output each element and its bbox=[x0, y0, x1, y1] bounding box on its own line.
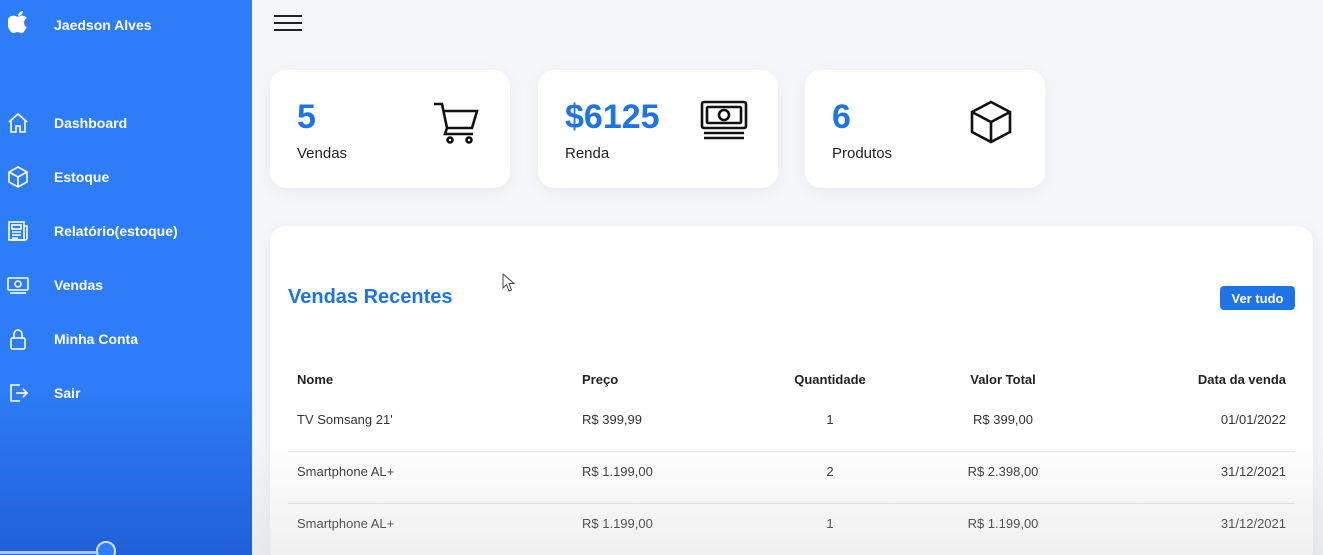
column-header: Data da venda bbox=[1197, 372, 1286, 387]
card-value: $6125 bbox=[565, 98, 660, 136]
cell-preco: R$ 1.199,00 bbox=[582, 464, 653, 479]
card-vendas: 5 Vendas bbox=[270, 70, 510, 188]
cell-quantidade: 1 bbox=[826, 516, 834, 531]
cash-icon bbox=[700, 98, 748, 146]
table-row[interactable]: Smartphone AL+ R$ 1.199,00 1 R$ 1.199,00… bbox=[288, 504, 1295, 555]
cell-valor-total: R$ 2.398,00 bbox=[967, 464, 1039, 479]
card-value: 5 bbox=[297, 98, 316, 136]
sidebar-item-sair[interactable]: Sair bbox=[0, 366, 252, 420]
table-header: Nome Preço Quantidade Valor Total Data d… bbox=[288, 354, 1295, 400]
user-name: Jaedson Alves bbox=[54, 17, 152, 33]
card-produtos: 6 Produtos bbox=[805, 70, 1045, 188]
card-label: Vendas bbox=[297, 145, 348, 162]
sidebar-item-dashboard[interactable]: Dashboard bbox=[0, 96, 252, 150]
sidebar: Jaedson Alves Dashboard Estoque Relatóri… bbox=[0, 0, 252, 555]
cell-nome: Smartphone AL+ bbox=[297, 464, 395, 479]
cart-icon bbox=[432, 98, 480, 146]
column-header: Nome bbox=[297, 372, 334, 387]
card-label: Produtos bbox=[832, 145, 893, 162]
column-header: Preço bbox=[582, 372, 619, 387]
recent-sales-table: Nome Preço Quantidade Valor Total Data d… bbox=[288, 354, 1295, 555]
recent-sales-panel: Vendas Recentes Ver tudo Nome Preço Quan… bbox=[270, 226, 1313, 555]
brand: Jaedson Alves bbox=[8, 10, 152, 34]
box-icon bbox=[5, 164, 31, 190]
cell-data: 31/12/2021 bbox=[1220, 516, 1286, 531]
cell-quantidade: 1 bbox=[826, 412, 834, 427]
money-icon bbox=[5, 272, 31, 298]
column-header: Quantidade bbox=[794, 372, 866, 387]
cube-icon bbox=[967, 98, 1015, 146]
sidebar-item-vendas[interactable]: Vendas bbox=[0, 258, 252, 312]
cell-preco: R$ 399,99 bbox=[582, 412, 642, 427]
table-row[interactable]: Smartphone AL+ R$ 1.199,00 2 R$ 2.398,00… bbox=[288, 452, 1295, 504]
scrollbar-track bbox=[0, 551, 106, 554]
recent-sales-title: Vendas Recentes bbox=[288, 286, 453, 308]
sidebar-item-label: Minha Conta bbox=[54, 331, 138, 347]
sidebar-item-label: Dashboard bbox=[54, 115, 128, 131]
hamburger-menu-icon[interactable] bbox=[274, 15, 302, 35]
cell-data: 31/12/2021 bbox=[1220, 464, 1286, 479]
sidebar-item-estoque[interactable]: Estoque bbox=[0, 150, 252, 204]
cell-valor-total: R$ 399,00 bbox=[973, 412, 1033, 427]
sidebar-item-label: Relatório(estoque) bbox=[54, 223, 178, 239]
cell-valor-total: R$ 1.199,00 bbox=[967, 516, 1039, 531]
sidebar-item-label: Vendas bbox=[54, 277, 104, 293]
logout-icon bbox=[5, 380, 31, 406]
apple-logo-icon bbox=[8, 10, 27, 34]
cell-data: 01/01/2022 bbox=[1220, 412, 1286, 427]
cell-preco: R$ 1.199,00 bbox=[582, 516, 653, 531]
cell-quantidade: 2 bbox=[826, 464, 834, 479]
cell-nome: Smartphone AL+ bbox=[297, 516, 395, 531]
card-value: 6 bbox=[832, 98, 851, 136]
see-all-button[interactable]: Ver tudo bbox=[1220, 286, 1295, 310]
card-label: Renda bbox=[565, 145, 610, 162]
sidebar-item-minha-conta[interactable]: Minha Conta bbox=[0, 312, 252, 366]
sidebar-item-label: Sair bbox=[54, 385, 81, 401]
cell-nome: TV Somsang 21' bbox=[297, 412, 393, 427]
home-icon bbox=[5, 110, 31, 136]
scrollbar-handle[interactable] bbox=[96, 541, 116, 555]
sidebar-scrollbar[interactable] bbox=[0, 541, 252, 555]
sidebar-nav: Dashboard Estoque Relatório(estoque) Ven… bbox=[0, 96, 252, 420]
sidebar-item-label: Estoque bbox=[54, 169, 110, 185]
mouse-pointer-icon bbox=[502, 273, 516, 292]
lock-icon bbox=[5, 326, 31, 352]
card-renda: $6125 Renda bbox=[538, 70, 778, 188]
column-header: Valor Total bbox=[970, 372, 1036, 387]
newspaper-icon bbox=[5, 218, 31, 244]
sidebar-item-relatorio[interactable]: Relatório(estoque) bbox=[0, 204, 252, 258]
table-row[interactable]: TV Somsang 21' R$ 399,99 1 R$ 399,00 01/… bbox=[288, 400, 1295, 452]
